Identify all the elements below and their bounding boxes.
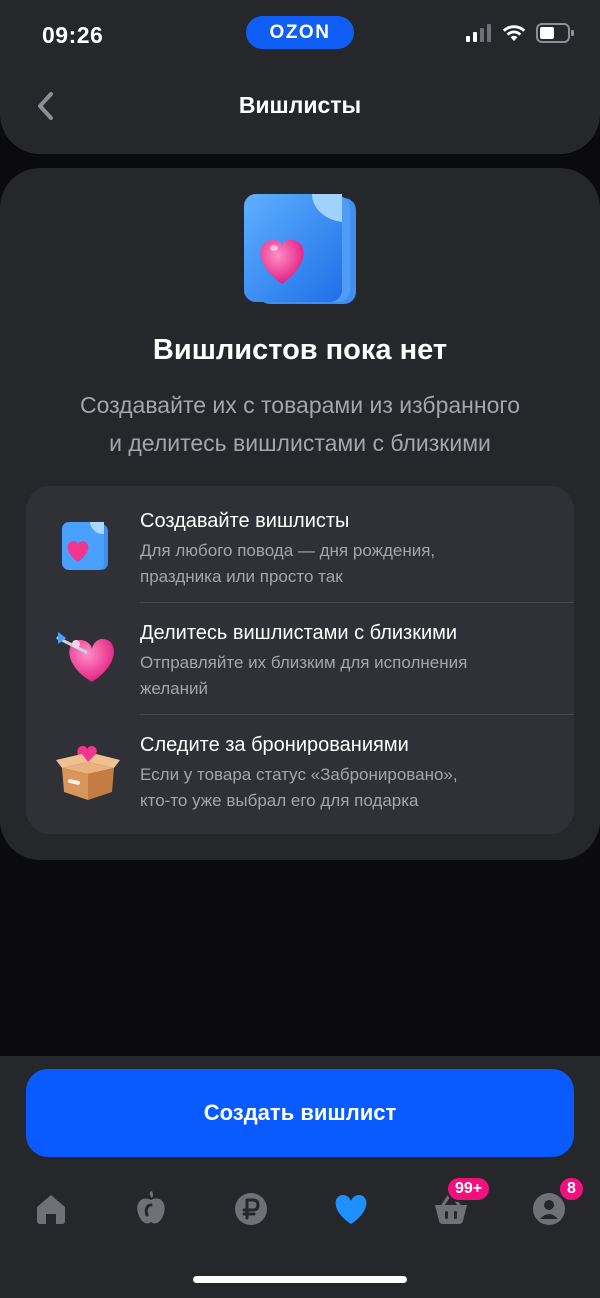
- gift-box-icon: [56, 740, 120, 800]
- status-time: 09:26: [42, 22, 104, 48]
- tab-fresh[interactable]: [126, 1184, 176, 1234]
- page-title: Вишлисты: [238, 92, 362, 118]
- feature-description: Если у товара статус «Забронировано», кт…: [140, 762, 560, 814]
- tab-bar: 99+ 8: [0, 1176, 600, 1244]
- wifi-icon: [502, 24, 526, 47]
- empty-state-card: Вишлистов пока нет Создавайте их с товар…: [0, 168, 600, 860]
- feature-item-bookings: Следите за бронированиями Если у товара …: [26, 714, 574, 826]
- fresh-icon: [137, 1191, 165, 1224]
- header: 09:26 OZON Вишлисты: [0, 0, 600, 154]
- app-badge: OZON: [246, 16, 354, 49]
- subtitle-line: и делитесь вишлистами с близкими: [109, 430, 491, 456]
- description-line: кто-то уже выбрал его для подарка: [140, 791, 419, 810]
- description-line: Для любого повода — дня рождения,: [140, 541, 436, 560]
- tab-finance[interactable]: [226, 1184, 276, 1234]
- feature-title: Создавайте вишлисты: [140, 510, 350, 532]
- feature-item-share: Делитесь вишлистами с близкими Отправляй…: [26, 602, 574, 715]
- cart-badge: 99+: [446, 1176, 492, 1202]
- wishlist-doc-icon: [56, 516, 116, 576]
- tab-cart[interactable]: 99+: [426, 1176, 492, 1234]
- bottom-panel: Создать вишлист 99+ 8: [0, 1056, 600, 1298]
- description-line: Отправляйте их близким для исполнения: [140, 653, 468, 672]
- tab-home[interactable]: [26, 1184, 76, 1234]
- description-line: праздника или просто так: [140, 567, 343, 586]
- ruble-icon: [235, 1193, 267, 1225]
- feature-description: Для любого повода — дня рождения, праздн…: [140, 538, 560, 590]
- wishlist-hero-icon: [242, 192, 360, 308]
- wishlists-screen: 09:26 OZON Вишлисты Вишлистов пока нет С…: [0, 0, 600, 1298]
- features-list: Создавайте вишлисты Для любого повода — …: [26, 486, 574, 834]
- profile-badge: 8: [558, 1176, 585, 1202]
- signal-icon: [466, 23, 492, 47]
- home-icon: [37, 1195, 65, 1224]
- feature-title: Следите за бронированиями: [140, 734, 409, 756]
- tab-profile[interactable]: 8: [524, 1176, 585, 1234]
- heart-icon: [335, 1195, 367, 1224]
- description-line: желаний: [140, 679, 209, 698]
- create-wishlist-button[interactable]: Создать вишлист: [26, 1069, 574, 1157]
- empty-state-subtitle: Создавайте их с товарами из избранного и…: [30, 386, 570, 462]
- status-icons: [466, 22, 574, 48]
- feature-title: Делитесь вишлистами с близкими: [140, 622, 458, 644]
- heart-arrow-icon: [56, 626, 116, 686]
- feature-item-create: Создавайте вишлисты Для любого повода — …: [26, 486, 574, 603]
- subtitle-line: Создавайте их с товарами из избранного: [79, 392, 521, 418]
- feature-description: Отправляйте их близким для исполнения же…: [140, 650, 560, 702]
- description-line: Если у товара статус «Забронировано»,: [140, 765, 458, 784]
- tab-favorites[interactable]: [326, 1184, 376, 1234]
- battery-icon: [536, 22, 574, 48]
- home-indicator: [193, 1276, 407, 1283]
- empty-state-title: Вишлистов пока нет: [152, 334, 448, 366]
